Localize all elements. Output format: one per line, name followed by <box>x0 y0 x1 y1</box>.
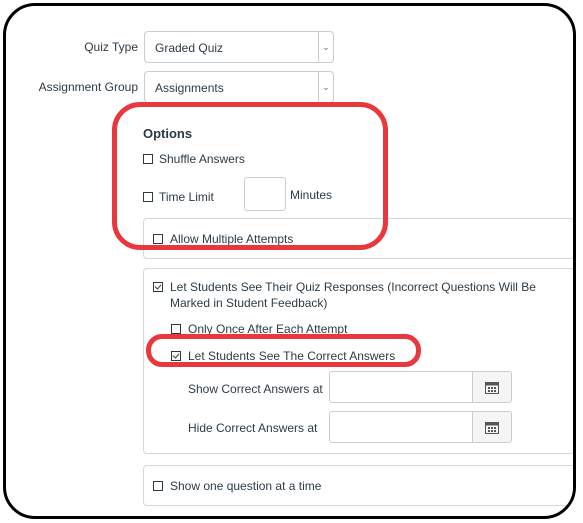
hide-correct-answers-input[interactable] <box>329 411 473 443</box>
quiz-type-value: Graded Quiz <box>155 41 224 55</box>
screenshot-frame: Quiz Type Graded Quiz ⌄ Assignment Group… <box>3 3 576 519</box>
chevron-down-icon[interactable]: ⌄ <box>318 32 333 62</box>
time-limit-checkbox[interactable] <box>143 192 153 202</box>
allow-multiple-attempts-label: Allow Multiple Attempts <box>170 232 294 246</box>
see-responses-label-line1: Let Students See Their Quiz Responses (I… <box>170 280 536 294</box>
shuffle-answers-checkbox[interactable] <box>143 154 153 164</box>
one-question-checkbox[interactable] <box>153 481 163 491</box>
time-limit-label: Time Limit <box>159 190 214 204</box>
calendar-icon <box>485 422 499 434</box>
chevron-down-icon[interactable]: ⌄ <box>318 72 333 102</box>
options-heading: Options <box>143 126 193 141</box>
assignment-group-label: Assignment Group <box>38 80 138 94</box>
shuffle-answers-label: Shuffle Answers <box>159 152 245 166</box>
only-once-label: Only Once After Each Attempt <box>188 322 348 336</box>
quiz-type-select[interactable]: Graded Quiz ⌄ <box>144 31 334 63</box>
hide-correct-answers-label: Hide Correct Answers at <box>188 421 318 435</box>
quiz-type-label: Quiz Type <box>84 40 138 54</box>
see-responses-label-line2: Marked in Student Feedback) <box>170 296 328 310</box>
time-limit-input[interactable] <box>244 177 286 211</box>
show-correct-answers-input[interactable] <box>329 371 473 403</box>
only-once-checkbox[interactable] <box>171 324 181 334</box>
see-responses-checkbox[interactable] <box>153 282 163 292</box>
show-correct-calendar-button[interactable] <box>472 371 512 403</box>
show-correct-answers-label: Show Correct Answers at <box>188 382 323 396</box>
allow-multiple-attempts-checkbox[interactable] <box>153 234 163 244</box>
assignment-group-select[interactable]: Assignments ⌄ <box>144 71 334 103</box>
minutes-label: Minutes <box>290 188 333 202</box>
see-correct-answers-label: Let Students See The Correct Answers <box>188 349 396 363</box>
see-correct-answers-checkbox[interactable] <box>171 351 181 361</box>
calendar-icon <box>485 382 499 394</box>
hide-correct-calendar-button[interactable] <box>472 411 512 443</box>
assignment-group-value: Assignments <box>155 81 224 95</box>
one-question-label: Show one question at a time <box>170 479 322 493</box>
